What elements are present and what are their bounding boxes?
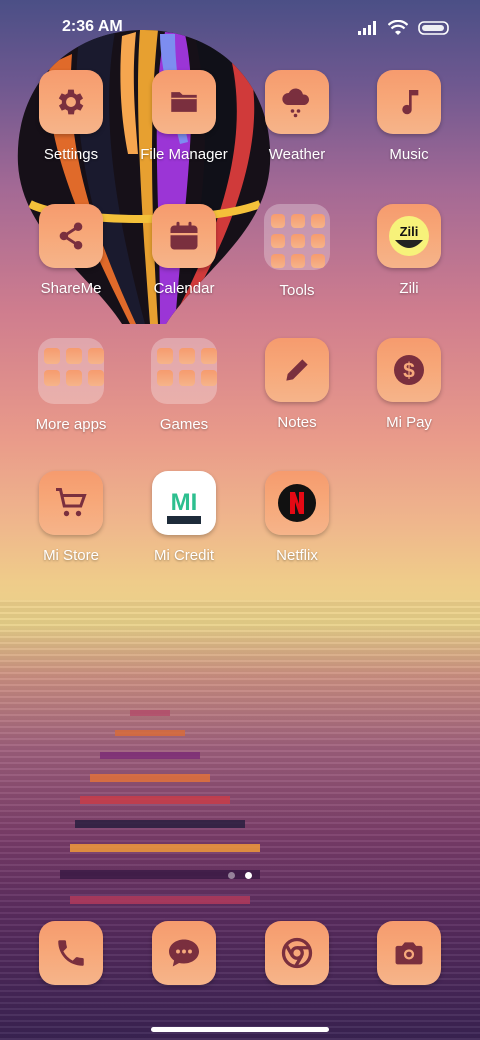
dollar-coin-icon: $ <box>377 338 441 402</box>
app-settings[interactable]: Settings <box>16 70 126 190</box>
download-mini-icon <box>291 254 305 268</box>
svg-text:MI: MI <box>171 489 198 516</box>
status-time: 2:36 AM <box>62 18 123 35</box>
mi-credit-logo-icon: MI <box>152 471 216 535</box>
video-mini-icon <box>311 234 325 248</box>
linkedin-mini-icon <box>66 370 82 386</box>
folder-tools[interactable]: Tools <box>242 204 352 324</box>
shopping-cart-icon <box>39 471 103 535</box>
svg-text:$: $ <box>403 360 415 383</box>
app-mini-icon <box>88 370 104 386</box>
torch-mini-icon <box>291 234 305 248</box>
calendar-icon <box>152 204 216 268</box>
facebook-mini-icon <box>66 348 82 364</box>
app-mini-icon <box>44 348 60 364</box>
game-mini-icon <box>201 370 217 386</box>
app-mi-credit[interactable]: MI Mi Credit <box>129 471 239 591</box>
app-label: ShareMe <box>40 280 102 297</box>
netflix-logo-icon <box>265 471 329 535</box>
calculator-mini-icon <box>271 214 285 228</box>
app-label: Weather <box>268 146 326 163</box>
folder-games[interactable]: Games <box>129 338 239 458</box>
dock-messages[interactable] <box>152 921 216 985</box>
app-weather[interactable]: Weather <box>242 70 352 190</box>
signal-icon <box>358 21 376 35</box>
tools-folder-icon <box>264 204 330 270</box>
status-bar: 2:36 AM <box>0 0 480 56</box>
app-netflix[interactable]: Netflix <box>242 471 352 591</box>
page-indicator <box>0 872 480 879</box>
app-label: Mi Credit <box>153 547 214 564</box>
sim-mini-icon <box>271 254 285 268</box>
balloon-reflection <box>60 710 260 904</box>
page-dot[interactable] <box>228 872 235 879</box>
wifi-icon <box>388 20 408 35</box>
more-apps-folder-icon <box>38 338 104 404</box>
app-label: Games <box>159 416 209 433</box>
game-mini-icon <box>179 370 195 386</box>
game-mini-icon <box>157 348 173 364</box>
page-dot-active[interactable] <box>245 872 252 879</box>
app-label: Mi Pay <box>386 414 432 431</box>
clock-mini-icon <box>271 234 285 248</box>
app-label: Netflix <box>276 547 318 564</box>
home-indicator[interactable] <box>151 1027 329 1032</box>
app-mini-icon <box>88 348 104 364</box>
cloud-rain-icon <box>265 70 329 134</box>
app-label: File Manager <box>140 146 228 163</box>
scanner-mini-icon <box>311 254 325 268</box>
app-zili[interactable]: Zili Zili <box>354 204 464 324</box>
compass-mini-icon <box>311 214 325 228</box>
gear-icon <box>39 70 103 134</box>
recorder-mini-icon <box>291 214 305 228</box>
app-shareme[interactable]: ShareMe <box>16 204 126 324</box>
app-mini-icon <box>44 370 60 386</box>
app-label: Calendar <box>153 280 215 297</box>
games-folder-icon <box>151 338 217 404</box>
dock-browser[interactable] <box>265 921 329 985</box>
app-label: Music <box>389 146 429 163</box>
app-notes[interactable]: Notes <box>242 338 352 458</box>
app-label: Notes <box>277 414 317 431</box>
chrome-icon <box>281 937 313 969</box>
app-file-manager[interactable]: File Manager <box>129 70 239 190</box>
app-label: Tools <box>279 282 315 299</box>
folder-icon <box>152 70 216 134</box>
game-mini-icon <box>179 348 195 364</box>
app-label: More apps <box>35 416 107 433</box>
app-label: Mi Store <box>43 547 99 564</box>
zili-logo-icon: Zili <box>377 204 441 268</box>
app-label: Settings <box>43 146 99 163</box>
game-mini-icon <box>201 348 217 364</box>
dock-phone[interactable] <box>39 921 103 985</box>
app-mi-pay[interactable]: $ Mi Pay <box>354 338 464 458</box>
battery-icon <box>418 21 449 35</box>
pencil-icon <box>265 338 329 402</box>
phone-icon <box>58 940 84 966</box>
app-calendar[interactable]: Calendar <box>129 204 239 324</box>
camera-icon <box>395 942 423 965</box>
folder-more-apps[interactable]: More apps <box>16 338 126 458</box>
game-mini-icon <box>157 370 173 386</box>
app-mi-store[interactable]: Mi Store <box>16 471 126 591</box>
share-icon <box>39 204 103 268</box>
message-icon <box>169 939 199 967</box>
svg-text:Zili: Zili <box>400 224 419 239</box>
app-music[interactable]: Music <box>354 70 464 190</box>
dock-camera[interactable] <box>377 921 441 985</box>
music-note-icon <box>377 70 441 134</box>
app-label: Zili <box>399 280 419 297</box>
